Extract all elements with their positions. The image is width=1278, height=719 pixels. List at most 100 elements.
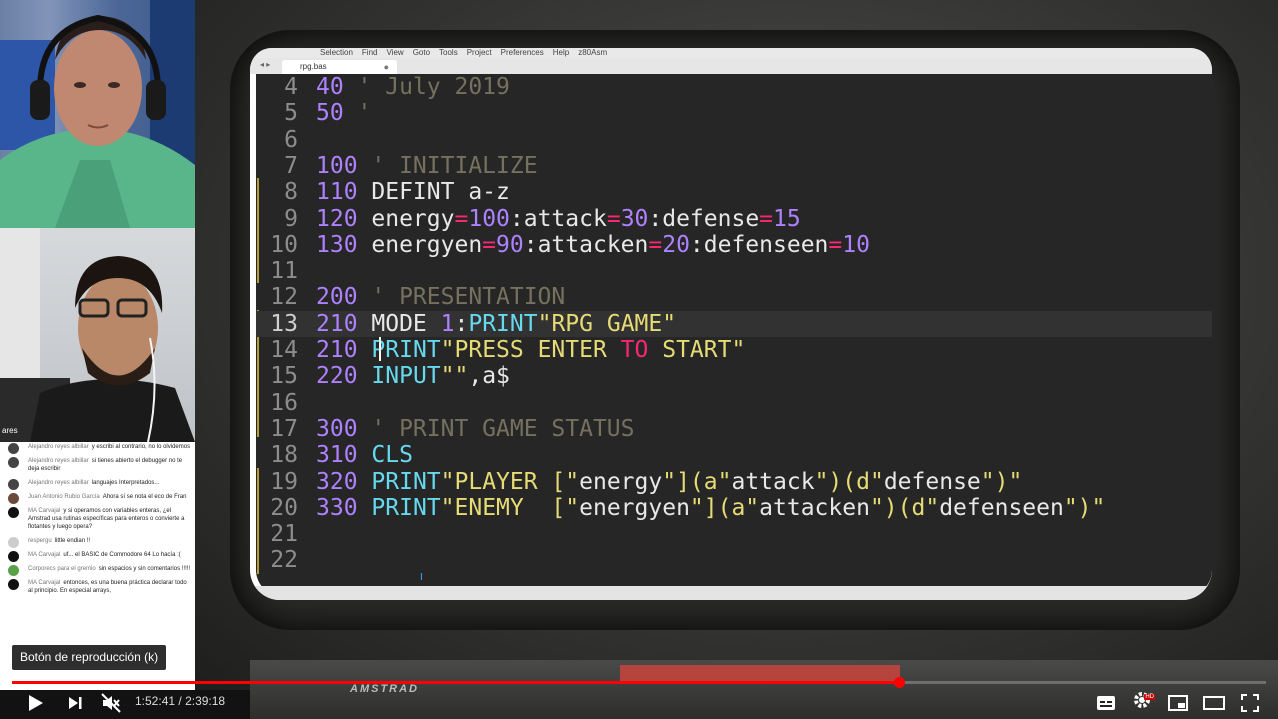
code-token: energy bbox=[579, 468, 663, 495]
code-token: 90 bbox=[496, 231, 524, 258]
code-line[interactable]: 10 130 energyen=90:attacken=20:defenseen=… bbox=[256, 232, 1212, 258]
editor-menu-item[interactable]: Help bbox=[553, 48, 569, 57]
avatar[interactable] bbox=[8, 443, 19, 454]
avatar[interactable] bbox=[8, 537, 19, 548]
code-token: ' PRINT GAME STATUS bbox=[357, 415, 635, 442]
line-number: 18 bbox=[270, 442, 298, 469]
line-number: 17 bbox=[270, 415, 298, 442]
editor-tab[interactable]: rpg.bas ● bbox=[282, 60, 397, 74]
line-number: 7 bbox=[284, 152, 298, 179]
unsaved-dot-icon: ● bbox=[383, 62, 389, 72]
code-token: "](a" bbox=[689, 494, 760, 521]
code-token: attack bbox=[731, 468, 815, 495]
avatar[interactable] bbox=[8, 457, 19, 468]
code-token: 320 bbox=[316, 468, 358, 495]
chat-message: Alejandro reyes albillar si tienes abiert… bbox=[0, 456, 195, 475]
code-line[interactable]: 21 bbox=[256, 521, 1212, 547]
next-button[interactable] bbox=[60, 686, 90, 719]
chat-author[interactable]: respergu bbox=[28, 538, 52, 544]
code-token: ,a$ bbox=[468, 363, 510, 390]
code-line[interactable]: 4 40 ' July 2019 bbox=[256, 74, 1212, 100]
avatar[interactable] bbox=[8, 551, 19, 562]
code-token: ")" bbox=[980, 468, 1023, 495]
chat-text: little endian !! bbox=[54, 538, 91, 544]
play-tooltip: Botón de reproducción (k) bbox=[12, 645, 167, 670]
editor-menu-item[interactable]: Selection bbox=[320, 48, 353, 57]
code-token: 10 bbox=[842, 231, 870, 258]
avatar[interactable] bbox=[8, 507, 19, 518]
editor-menu-item[interactable]: Find bbox=[362, 48, 378, 57]
chat-author[interactable]: Alejandro reyes albillar bbox=[28, 444, 89, 450]
play-button[interactable] bbox=[18, 686, 52, 719]
editor-menu-item[interactable]: Preferences bbox=[501, 48, 544, 57]
code-line[interactable]: 22 bbox=[256, 547, 1212, 573]
avatar[interactable] bbox=[8, 579, 19, 590]
code-line[interactable]: 6 bbox=[256, 127, 1212, 153]
code-line[interactable]: 9 120 energy=100:attack=30:defense=15 bbox=[256, 206, 1212, 232]
chat-author[interactable]: Alejandro reyes albillar bbox=[28, 458, 89, 464]
code-line[interactable]: 5 50 ' bbox=[256, 100, 1212, 126]
chat-text: y escribi al contrario, no lo olvidemos bbox=[91, 444, 191, 450]
mute-button[interactable] bbox=[96, 686, 126, 719]
fullscreen-button[interactable] bbox=[1236, 686, 1264, 719]
chat-author[interactable]: Alejandro reyes albillar bbox=[28, 480, 89, 486]
editor-menu-item[interactable]: z80Asm bbox=[578, 48, 607, 57]
chat-author[interactable]: MA Carvajal bbox=[28, 552, 60, 558]
code-token: 310 bbox=[316, 442, 358, 469]
code-token: TO bbox=[620, 337, 649, 363]
avatar[interactable] bbox=[8, 479, 19, 490]
code-token: = bbox=[482, 231, 497, 258]
chat-message: Corporecs para el gremio sin espacios y s… bbox=[0, 564, 195, 576]
code-token: 200 bbox=[316, 284, 358, 311]
code-line[interactable]: 18 310 CLS bbox=[256, 442, 1212, 468]
code-token: : bbox=[454, 310, 469, 337]
code-editor[interactable]: 4 40 ' July 2019 5 50 ' 6 7 100 ' INITIALIZE 8 1… bbox=[256, 74, 1212, 596]
theater-button[interactable] bbox=[1200, 686, 1228, 719]
code-line[interactable]: 7 100 ' INITIALIZE bbox=[256, 153, 1212, 179]
editor-tabbar: ◂ ▸ rpg.bas ● bbox=[250, 58, 1212, 74]
miniplayer-icon bbox=[1168, 694, 1188, 711]
fullscreen-icon bbox=[1241, 693, 1259, 712]
chat-author[interactable]: MA Carvajal bbox=[28, 580, 60, 586]
code-line[interactable]: 13 210 MODE 1:PRINT"RPG GAME" bbox=[256, 310, 1212, 337]
editor-menu-item[interactable]: Project bbox=[467, 48, 492, 57]
chat-message: Juan Antonio Rubio García Ahora sí se not… bbox=[0, 492, 195, 504]
current-time: 1:52:41 bbox=[135, 694, 176, 708]
editor-menu-item[interactable]: Tools bbox=[439, 48, 458, 57]
code-token: 40 bbox=[316, 74, 344, 100]
chat-author[interactable]: Juan Antonio Rubio García bbox=[28, 494, 100, 500]
code-token: = bbox=[828, 231, 843, 258]
chat-author[interactable]: MA Carvajal bbox=[28, 508, 60, 514]
avatar[interactable] bbox=[8, 565, 19, 576]
code-line[interactable]: 11 bbox=[256, 258, 1212, 284]
editor-menu-item[interactable]: Goto bbox=[413, 48, 430, 57]
code-token: "](a" bbox=[662, 468, 732, 495]
editor-menu-item[interactable]: View bbox=[386, 48, 403, 57]
progress-bar[interactable] bbox=[12, 677, 1266, 688]
code-token: 130 bbox=[316, 231, 358, 258]
miniplayer-button[interactable] bbox=[1164, 686, 1192, 719]
code-line[interactable]: 17 300 ' PRINT GAME STATUS bbox=[256, 416, 1212, 442]
time-display: 1:52:41 / 2:39:18 bbox=[135, 694, 225, 708]
tab-scroll-arrows-icon[interactable]: ◂ ▸ bbox=[260, 60, 270, 69]
code-token: = bbox=[759, 205, 774, 232]
subtitles-icon bbox=[1097, 695, 1115, 710]
chat-author[interactable]: Corporecs para el gremio bbox=[28, 566, 96, 572]
code-line[interactable]: 12 200 ' PRESENTATION bbox=[256, 284, 1212, 310]
code-line[interactable]: 20 330 PRINT"ENEMY ["energyen"](a"attacke… bbox=[256, 495, 1212, 521]
code-line[interactable]: 14 210 PRINT"PRESS ENTER TO START" bbox=[256, 337, 1212, 363]
code-line[interactable]: 16 bbox=[256, 390, 1212, 416]
code-token: CLS bbox=[371, 442, 413, 469]
line-number: 4 bbox=[284, 74, 298, 100]
code-line[interactable]: 19 320 PRINT"PLAYER ["energy"](a"attack")… bbox=[256, 469, 1212, 495]
chat-text: languajes Interpretados... bbox=[91, 480, 160, 486]
code-token: 30 bbox=[620, 205, 649, 232]
avatar[interactable] bbox=[8, 493, 19, 504]
duration: 2:39:18 bbox=[185, 694, 226, 708]
code-line[interactable]: 8 110 DEFINT a-z bbox=[256, 179, 1212, 205]
subtitles-button[interactable] bbox=[1092, 686, 1120, 719]
code-token: = bbox=[454, 205, 469, 232]
settings-button[interactable]: HD bbox=[1128, 686, 1156, 719]
code-line[interactable]: 15 220 INPUT"",a$ bbox=[256, 363, 1212, 389]
